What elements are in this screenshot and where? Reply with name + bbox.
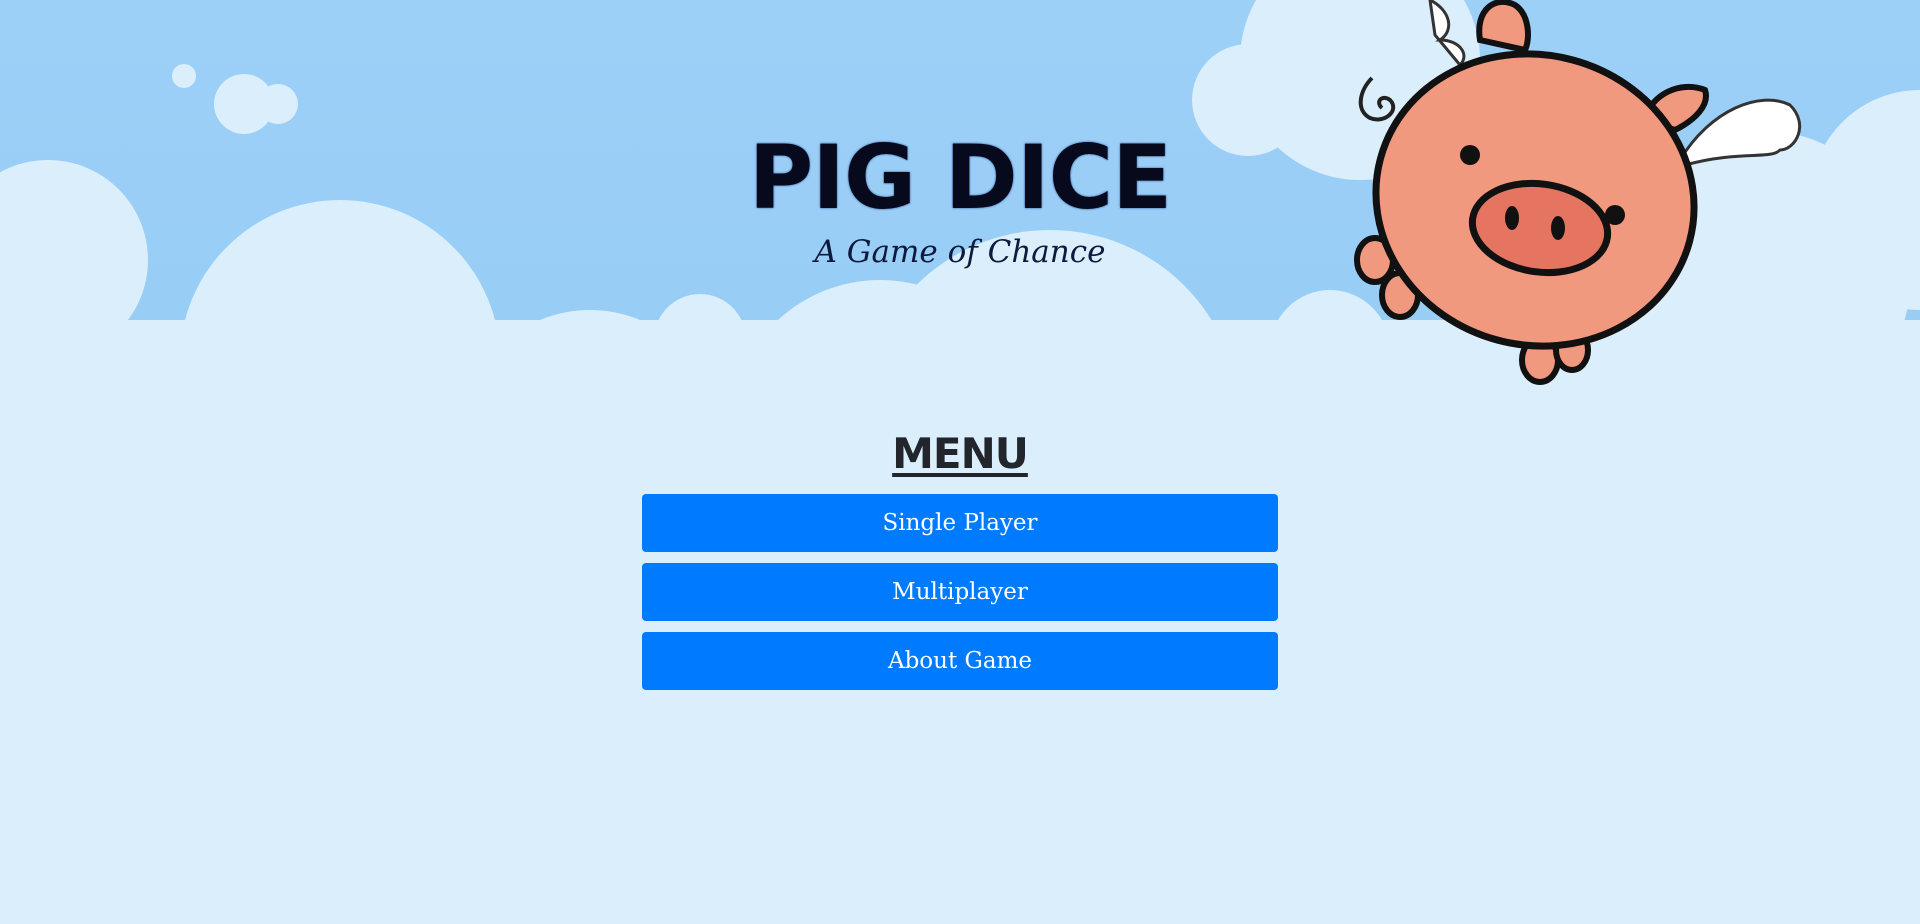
game-title: PIG DICE bbox=[748, 126, 1173, 229]
main-menu: MENU Single Player Multiplayer About Gam… bbox=[642, 428, 1278, 701]
single-player-button[interactable]: Single Player bbox=[642, 494, 1278, 552]
multiplayer-button[interactable]: Multiplayer bbox=[642, 563, 1278, 621]
about-game-button[interactable]: About Game bbox=[642, 632, 1278, 690]
game-subtitle: A Game of Chance bbox=[814, 234, 1106, 270]
header: PIG DICE A Game of Chance bbox=[0, 128, 1920, 272]
menu-heading: MENU bbox=[892, 429, 1029, 478]
